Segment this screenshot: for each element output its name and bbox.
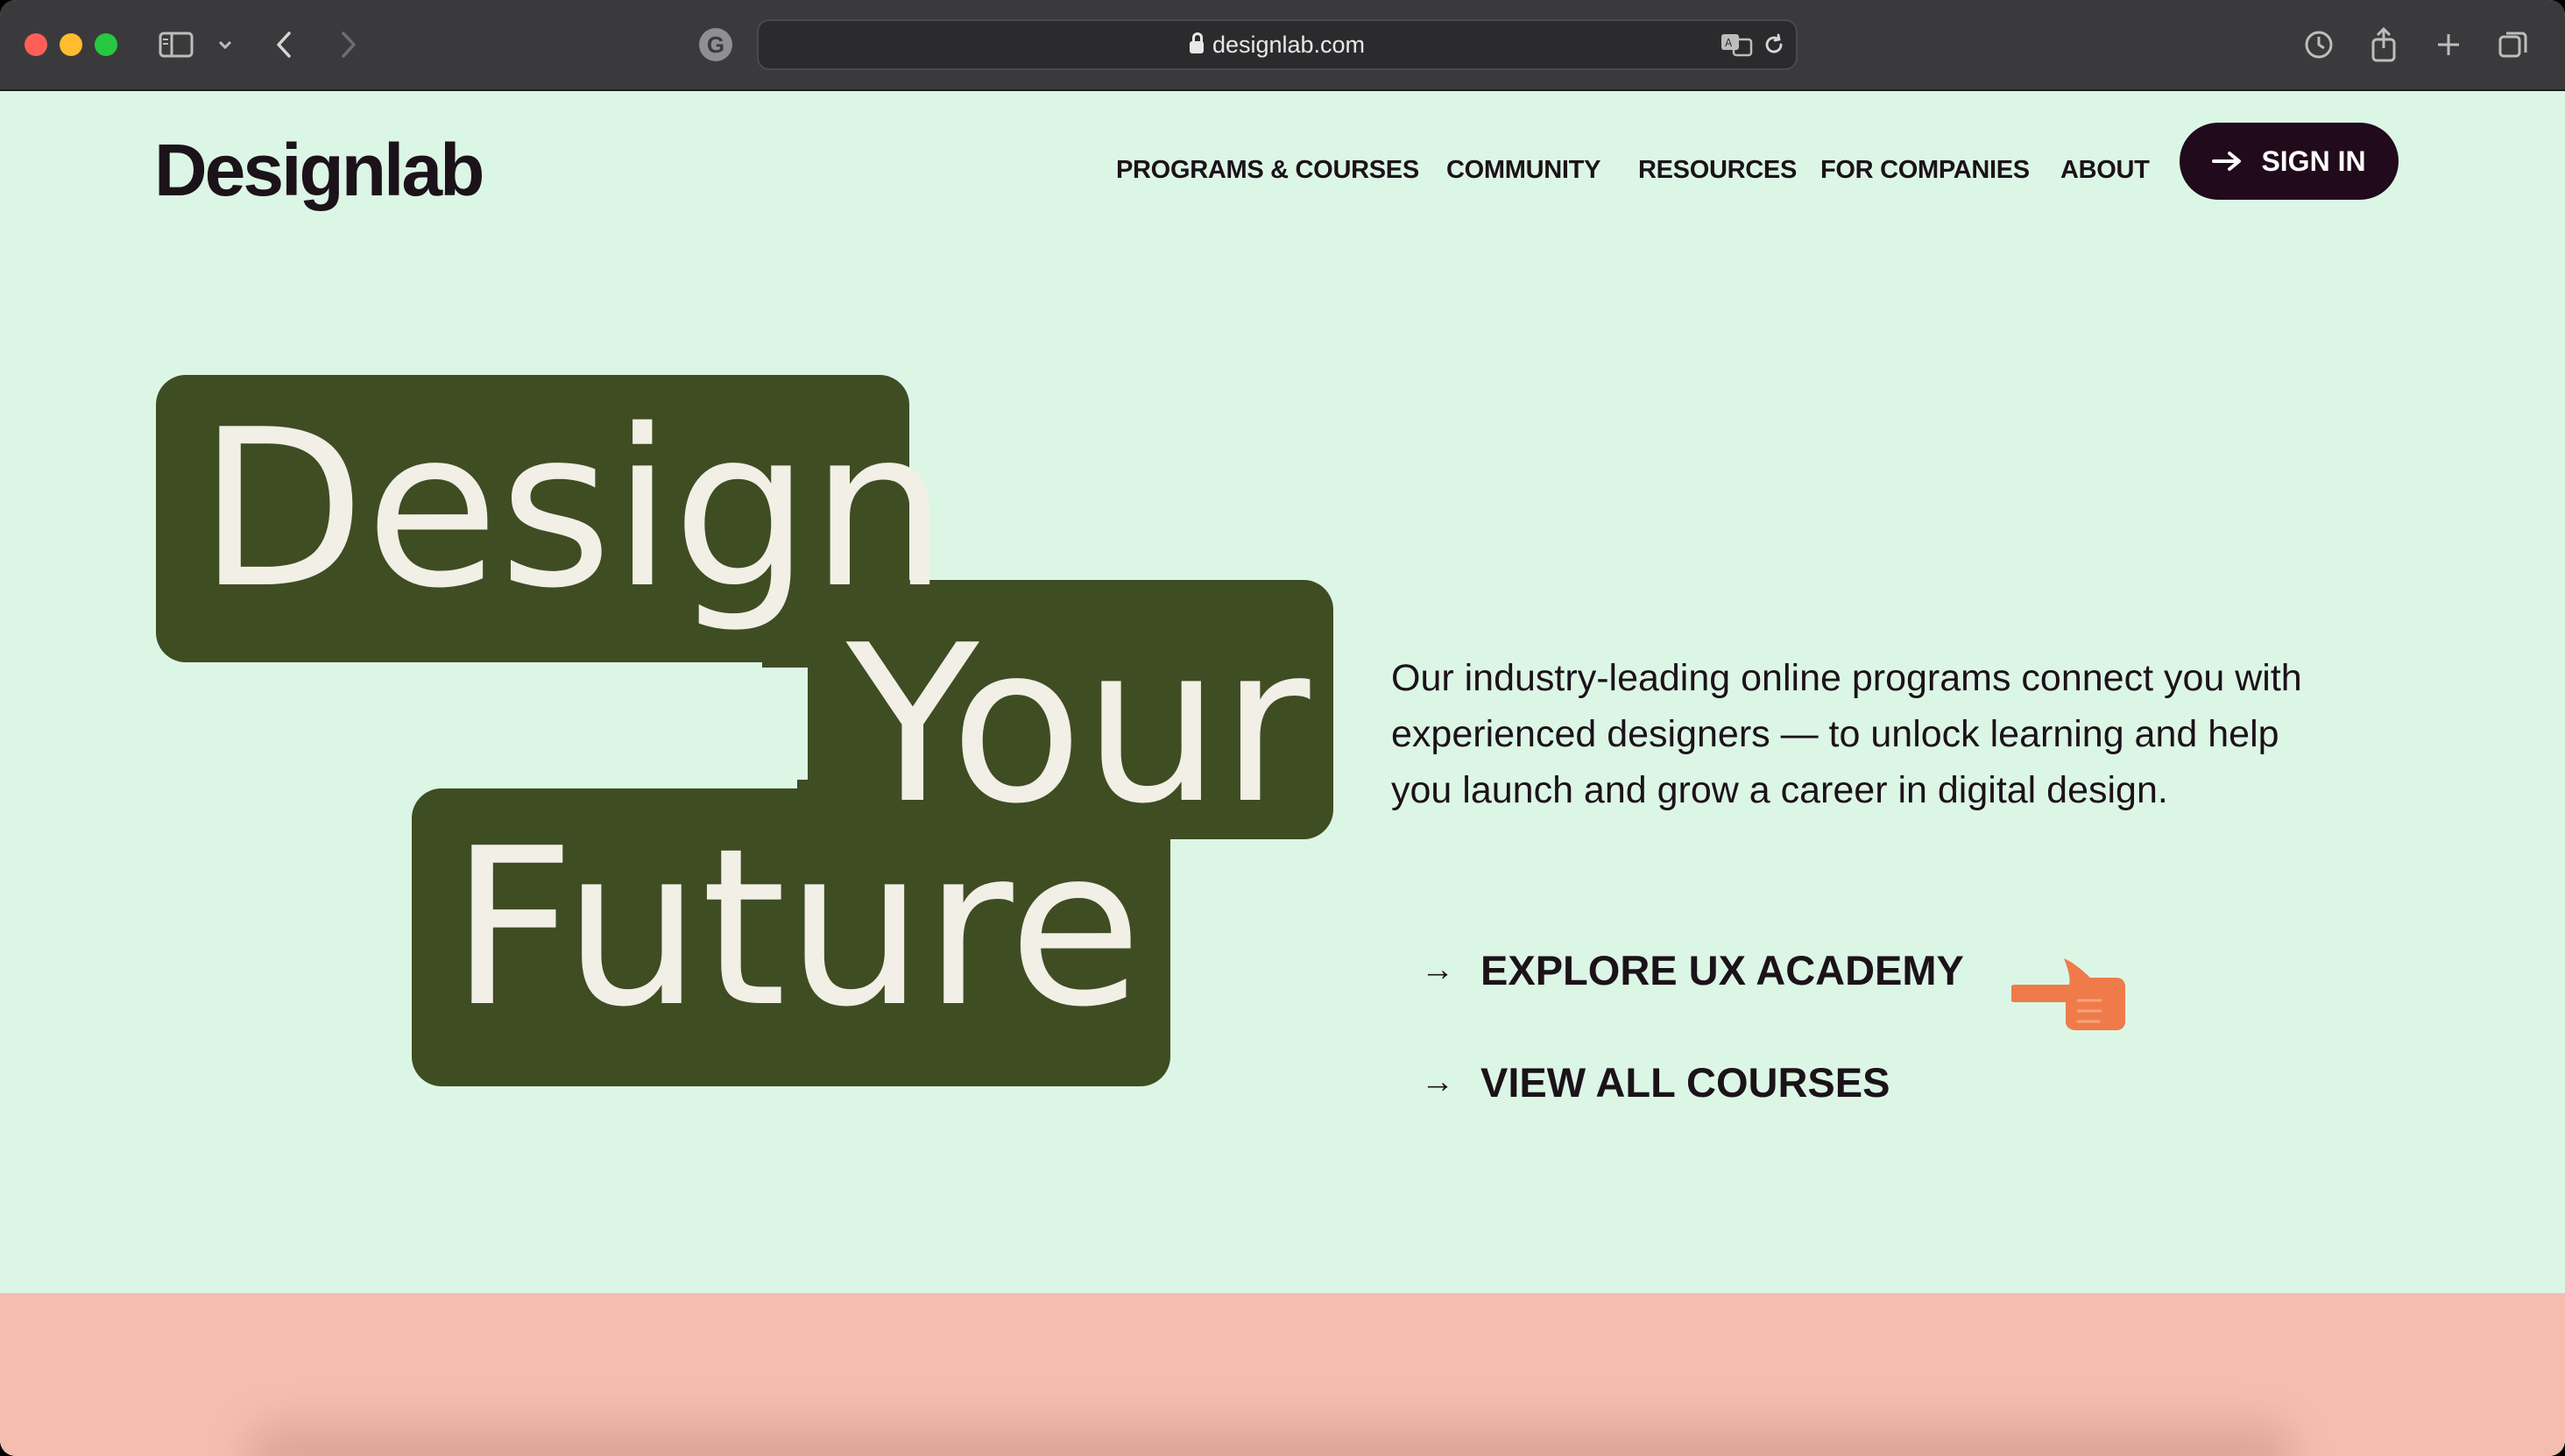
- new-tab-icon[interactable]: [2430, 26, 2467, 63]
- pointing-hand-icon: [2011, 958, 2125, 1030]
- designlab-logo[interactable]: Designlab: [154, 117, 484, 223]
- arrow-right-icon: →: [1421, 951, 1454, 988]
- minimize-window-button[interactable]: [60, 33, 82, 56]
- lock-icon: [1189, 32, 1204, 53]
- card-shadow: [245, 1423, 2295, 1456]
- tabs-overview-icon[interactable]: [2495, 26, 2532, 63]
- arrow-right-icon: →: [1421, 1064, 1454, 1100]
- explore-ux-academy-link[interactable]: → EXPLORE UX ACADEMY: [1421, 946, 1964, 994]
- next-section-band: [0, 1293, 2565, 1456]
- sign-in-button[interactable]: SIGN IN: [2180, 123, 2399, 200]
- arrow-right-icon: [2212, 152, 2242, 171]
- hero-intro-text: Our industry-leading online programs con…: [1391, 657, 2302, 811]
- nav-for-companies[interactable]: FOR COMPANIES: [1820, 144, 2030, 196]
- webpage: Designlab PROGRAMS & COURSES COMMUNITY R…: [0, 91, 2565, 1456]
- close-window-button[interactable]: [25, 33, 47, 56]
- view-all-courses-label: VIEW ALL COURSES: [1480, 1059, 1890, 1106]
- hero-word-your: Your: [846, 599, 1311, 852]
- chevron-down-icon[interactable]: [207, 26, 244, 63]
- forward-icon[interactable]: [329, 26, 366, 63]
- search-engine-icon[interactable]: G: [699, 28, 732, 61]
- view-all-courses-link[interactable]: → VIEW ALL COURSES: [1421, 1058, 1890, 1106]
- sidebar-icon[interactable]: [158, 26, 194, 63]
- back-icon[interactable]: [266, 26, 303, 63]
- nav-programs-courses[interactable]: PROGRAMS & COURSES: [1116, 144, 1419, 196]
- reload-icon[interactable]: [1756, 26, 1792, 63]
- url-text: designlab.com: [1212, 31, 1366, 58]
- share-icon[interactable]: [2365, 26, 2402, 63]
- browser-window: G designlab.com A Designlab PROGRAMS & C…: [0, 0, 2565, 1456]
- translate-icon[interactable]: A: [1719, 26, 1756, 63]
- zoom-window-button[interactable]: [95, 33, 117, 56]
- history-icon[interactable]: [2300, 26, 2337, 63]
- address-bar[interactable]: designlab.com A: [757, 19, 1798, 70]
- hero-word-design: Design: [198, 384, 949, 636]
- browser-toolbar: G designlab.com A: [0, 0, 2565, 91]
- nav-community[interactable]: COMMUNITY: [1446, 144, 1600, 196]
- nav-about[interactable]: ABOUT: [2060, 144, 2150, 196]
- hero-word-future: Future: [450, 802, 1142, 1055]
- svg-text:A: A: [1725, 37, 1733, 49]
- sign-in-label: SIGN IN: [2261, 145, 2366, 177]
- explore-ux-academy-label: EXPLORE UX ACADEMY: [1480, 947, 1964, 993]
- nav-resources[interactable]: RESOURCES: [1638, 144, 1797, 196]
